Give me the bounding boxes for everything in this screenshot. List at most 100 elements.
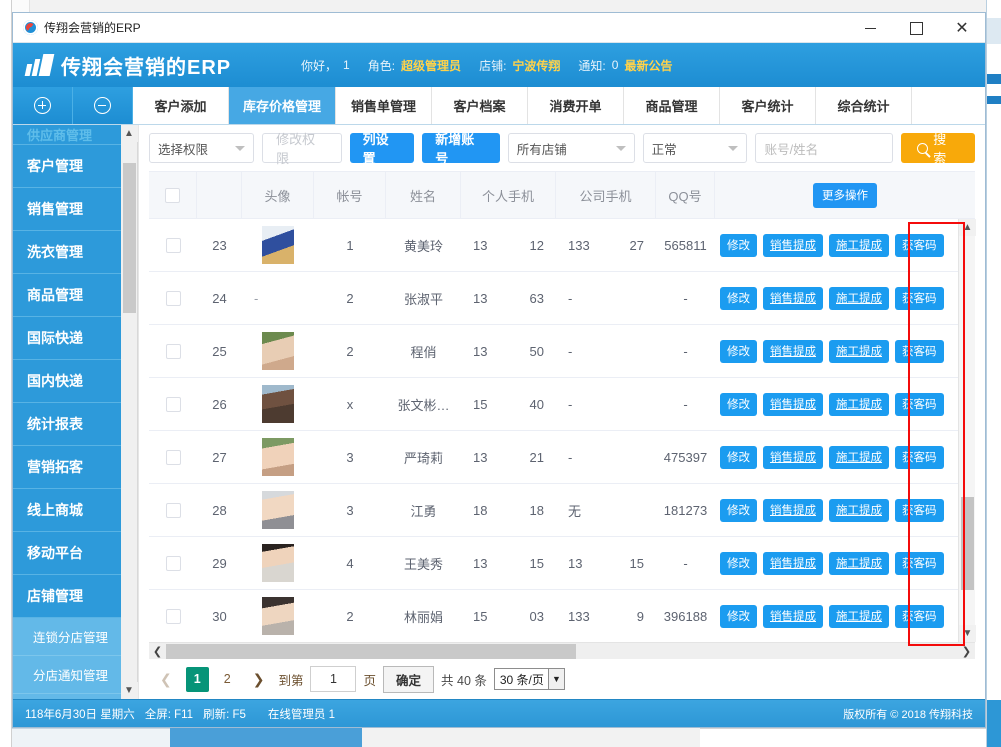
scroll-down-icon[interactable]: ▼: [959, 625, 976, 642]
table-vertical-scrollbar[interactable]: ▲ ▼: [958, 219, 976, 642]
vertical-scroll-thumb[interactable]: [961, 497, 974, 590]
prev-page-button[interactable]: ❮: [153, 667, 179, 692]
row-checkbox[interactable]: [165, 449, 181, 465]
more-actions-button[interactable]: 更多操作: [813, 182, 877, 208]
sidebar-item-supplier[interactable]: 供应商管理: [13, 125, 121, 145]
sidebar-item-sales[interactable]: 销售管理: [13, 188, 121, 231]
row-action-construction-commission[interactable]: 施工提成: [829, 498, 889, 522]
minimize-button[interactable]: [847, 13, 893, 43]
table-row[interactable]: 24 - 2 张淑平 13 63 - - 修改 销售提成 施工提成 获客码: [149, 272, 958, 325]
add-account-button[interactable]: 新增账号: [422, 132, 500, 166]
table-row[interactable]: 26 x 张文彬… 15 40 - - 修改 销售提成 施工提成 获客码: [149, 378, 958, 431]
row-checkbox[interactable]: [165, 555, 181, 571]
row-action-sales-commission[interactable]: 销售提成: [763, 286, 823, 310]
next-page-button[interactable]: ❯: [246, 667, 272, 692]
row-action-modify[interactable]: 修改: [720, 233, 757, 257]
table-row[interactable]: 27 3 严琦莉 13 21 - 475397 修改 销售提成 施工提成 获客码: [149, 431, 958, 484]
expand-sidebar-button[interactable]: [13, 87, 73, 124]
row-action-modify[interactable]: 修改: [720, 286, 757, 310]
page-2-button[interactable]: 2: [216, 667, 239, 692]
sidebar-item-mobile-platform[interactable]: 移动平台: [13, 532, 121, 575]
checkbox-icon[interactable]: [165, 187, 180, 203]
row-action-customer-code[interactable]: 获客码: [895, 339, 944, 363]
tab-customer-add[interactable]: 客户添加: [133, 87, 229, 124]
collapse-sidebar-button[interactable]: [73, 87, 133, 124]
sidebar-item-product[interactable]: 商品管理: [13, 274, 121, 317]
column-settings-button[interactable]: 列设置: [349, 132, 415, 166]
row-action-sales-commission[interactable]: 销售提成: [763, 339, 823, 363]
search-button[interactable]: 搜索: [901, 132, 975, 166]
sidebar-scroll-up-button[interactable]: ▲: [120, 125, 138, 142]
table-row[interactable]: 25 2 程俏 13 50 - - 修改 销售提成 施工提成 获客码: [149, 325, 958, 378]
row-action-modify[interactable]: 修改: [720, 604, 757, 628]
tab-consumption-bill[interactable]: 消费开单: [528, 87, 625, 124]
sidebar-item-customer[interactable]: 客户管理: [13, 145, 121, 188]
sidebar-item-chain-branch[interactable]: 连锁分店管理: [13, 618, 121, 656]
row-action-modify[interactable]: 修改: [720, 551, 757, 575]
shop-select[interactable]: 所有店铺: [507, 133, 635, 163]
row-action-customer-code[interactable]: 获客码: [895, 233, 944, 257]
row-action-construction-commission[interactable]: 施工提成: [829, 233, 889, 257]
tab-inventory-price[interactable]: 库存价格管理: [229, 87, 337, 124]
table-row[interactable]: 29 4 王美秀 13 15 13 15 - 修改 销售提成 施工提成 获客码: [149, 537, 958, 590]
permission-select[interactable]: 选择权限: [149, 133, 255, 163]
row-action-customer-code[interactable]: 获客码: [895, 392, 944, 416]
row-action-sales-commission[interactable]: 销售提成: [763, 604, 823, 628]
row-checkbox[interactable]: [165, 237, 181, 253]
row-action-construction-commission[interactable]: 施工提成: [829, 339, 889, 363]
page-size-select[interactable]: 30 条/页 ▼: [493, 668, 565, 690]
row-action-sales-commission[interactable]: 销售提成: [763, 233, 823, 257]
row-checkbox[interactable]: [165, 396, 181, 412]
sidebar-item-reports[interactable]: 统计报表: [13, 403, 121, 446]
row-action-customer-code[interactable]: 获客码: [895, 445, 944, 469]
row-action-sales-commission[interactable]: 销售提成: [763, 392, 823, 416]
row-action-customer-code[interactable]: 获客码: [895, 551, 944, 575]
row-checkbox[interactable]: [165, 502, 181, 518]
table-row[interactable]: 30 2 林丽娟 15 03 133 9 396188 修改 销售提成 施工提成: [149, 590, 958, 642]
row-checkbox[interactable]: [165, 290, 181, 306]
sidebar-scroll-down-button[interactable]: ▼: [120, 682, 138, 699]
row-action-modify[interactable]: 修改: [720, 339, 757, 363]
table-row[interactable]: 28 3 江勇 18 18 无 181273 修改 销售提成 施工提成 获客码: [149, 484, 958, 537]
scroll-left-icon[interactable]: ❮: [149, 643, 166, 660]
tab-customer-stats[interactable]: 客户统计: [720, 87, 817, 124]
sidebar-item-domestic-express[interactable]: 国内快递: [13, 360, 121, 403]
search-input[interactable]: 账号/姓名: [754, 133, 894, 163]
horizontal-scroll-thumb[interactable]: [166, 644, 576, 659]
row-action-sales-commission[interactable]: 销售提成: [763, 445, 823, 469]
scroll-right-icon[interactable]: ❯: [958, 643, 975, 660]
row-checkbox[interactable]: [165, 608, 181, 624]
sidebar-item-account-permission[interactable]: 帐号权限: [13, 694, 121, 699]
sidebar-item-branch-notice[interactable]: 分店通知管理: [13, 656, 121, 694]
table-row[interactable]: 23 1 黄美玲 13 12 133 27 565811 修改 销售提成 施工提成: [149, 219, 958, 272]
scroll-up-icon[interactable]: ▲: [959, 219, 976, 236]
tab-sales-order[interactable]: 销售单管理: [336, 87, 433, 124]
confirm-button[interactable]: 确定: [383, 665, 435, 693]
status-select[interactable]: 正常: [642, 133, 747, 163]
row-action-customer-code[interactable]: 获客码: [895, 498, 944, 522]
row-action-modify[interactable]: 修改: [720, 392, 757, 416]
tab-overall-stats[interactable]: 综合统计: [816, 87, 913, 124]
sidebar-item-shop-management[interactable]: 店铺管理: [13, 575, 121, 618]
sidebar-scrollbar[interactable]: ▲ ▼: [120, 125, 138, 699]
maximize-button[interactable]: [893, 13, 939, 43]
table-header-select-all[interactable]: [149, 172, 197, 218]
goto-page-input[interactable]: 1: [310, 666, 357, 692]
page-1-button[interactable]: 1: [185, 666, 209, 692]
sidebar-item-online-mall[interactable]: 线上商城: [13, 489, 121, 532]
latest-announcement-link[interactable]: 最新公告: [624, 57, 672, 74]
sidebar-item-intl-express[interactable]: 国际快递: [13, 317, 121, 360]
table-horizontal-scrollbar[interactable]: ❮ ❯: [149, 642, 975, 659]
row-action-modify[interactable]: 修改: [720, 445, 757, 469]
sidebar-item-marketing[interactable]: 营销拓客: [13, 446, 121, 489]
row-action-construction-commission[interactable]: 施工提成: [829, 604, 889, 628]
sidebar-item-laundry[interactable]: 洗衣管理: [13, 231, 121, 274]
row-action-customer-code[interactable]: 获客码: [895, 286, 944, 310]
modify-permission-button[interactable]: 修改权限: [262, 132, 342, 166]
sidebar-scroll-thumb[interactable]: [123, 163, 136, 313]
row-checkbox[interactable]: [165, 343, 181, 359]
row-action-modify[interactable]: 修改: [720, 498, 757, 522]
tab-product-management[interactable]: 商品管理: [624, 87, 721, 124]
row-action-sales-commission[interactable]: 销售提成: [763, 498, 823, 522]
row-action-customer-code[interactable]: 获客码: [895, 604, 944, 628]
